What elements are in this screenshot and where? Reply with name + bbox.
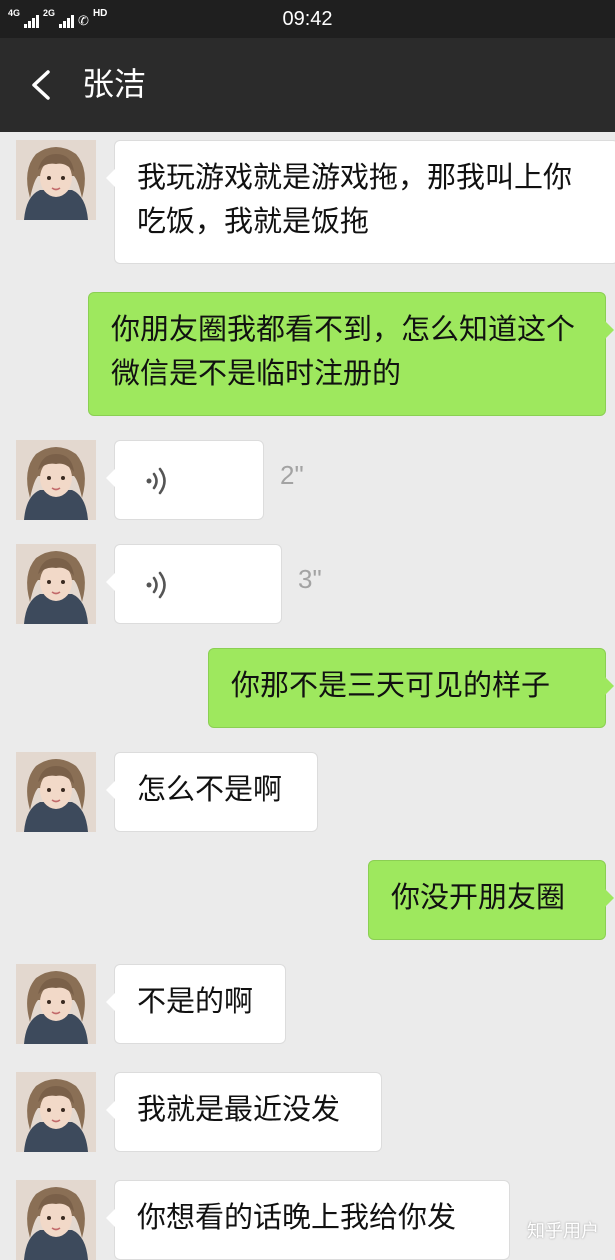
incoming-message[interactable]: 不是的啊 xyxy=(106,964,286,1044)
status-clock: 09:42 xyxy=(282,8,333,30)
contact-avatar[interactable] xyxy=(16,140,96,220)
outgoing-message[interactable]: 你朋友圈我都看不到，怎么知道这个微信是不是临时注册的 xyxy=(88,292,614,416)
contact-avatar[interactable] xyxy=(16,544,96,624)
contact-avatar[interactable] xyxy=(16,752,96,832)
contact-avatar[interactable] xyxy=(16,440,96,520)
voice-duration: 3" xyxy=(298,564,322,594)
contact-avatar[interactable] xyxy=(16,964,96,1044)
incoming-message[interactable]: 你想看的话晚上我给你发 xyxy=(106,1180,510,1260)
contact-name[interactable]: 张洁 xyxy=(82,64,146,104)
chevron-left-icon xyxy=(32,70,50,100)
incoming-message[interactable]: 我玩游戏就是游戏拖，那我叫上你吃饭，我就是饭拖 xyxy=(106,140,615,264)
message-text: 你那不是三天可见的样子 xyxy=(231,668,551,702)
voice-message[interactable] xyxy=(106,544,282,624)
voice-wave-icon xyxy=(146,571,166,599)
message-text: 你想看的话晚上我给你发 xyxy=(137,1200,457,1234)
message-text: 不是的啊 xyxy=(137,984,254,1018)
message-text: 我玩游戏就是游戏拖，那我叫上你吃饭，我就是饭拖 xyxy=(137,160,573,238)
status-bar: 4G 2G ✆ HD 09:42 xyxy=(0,0,615,38)
message-text: 我就是最近没发 xyxy=(137,1092,341,1126)
message-text: 你朋友圈我都看不到，怎么知道这个微信是不是临时注册的 xyxy=(111,312,576,390)
contact-avatar[interactable] xyxy=(16,1072,96,1152)
outgoing-message[interactable]: 你没开朋友圈 xyxy=(368,860,614,940)
voice-wave-icon xyxy=(146,467,166,495)
chat-header: 张洁 xyxy=(0,38,615,132)
incoming-message[interactable]: 我就是最近没发 xyxy=(106,1072,382,1152)
message-text: 怎么不是啊 xyxy=(137,772,283,806)
back-button[interactable] xyxy=(22,60,66,110)
watermark: 知乎用户 xyxy=(527,1221,599,1242)
voice-message[interactable] xyxy=(106,440,264,520)
incoming-message[interactable]: 怎么不是啊 xyxy=(106,752,318,832)
contact-avatar[interactable] xyxy=(16,1180,96,1260)
outgoing-message[interactable]: 你那不是三天可见的样子 xyxy=(208,648,614,728)
voice-duration: 2" xyxy=(280,460,304,490)
message-text: 你没开朋友圈 xyxy=(391,880,566,914)
